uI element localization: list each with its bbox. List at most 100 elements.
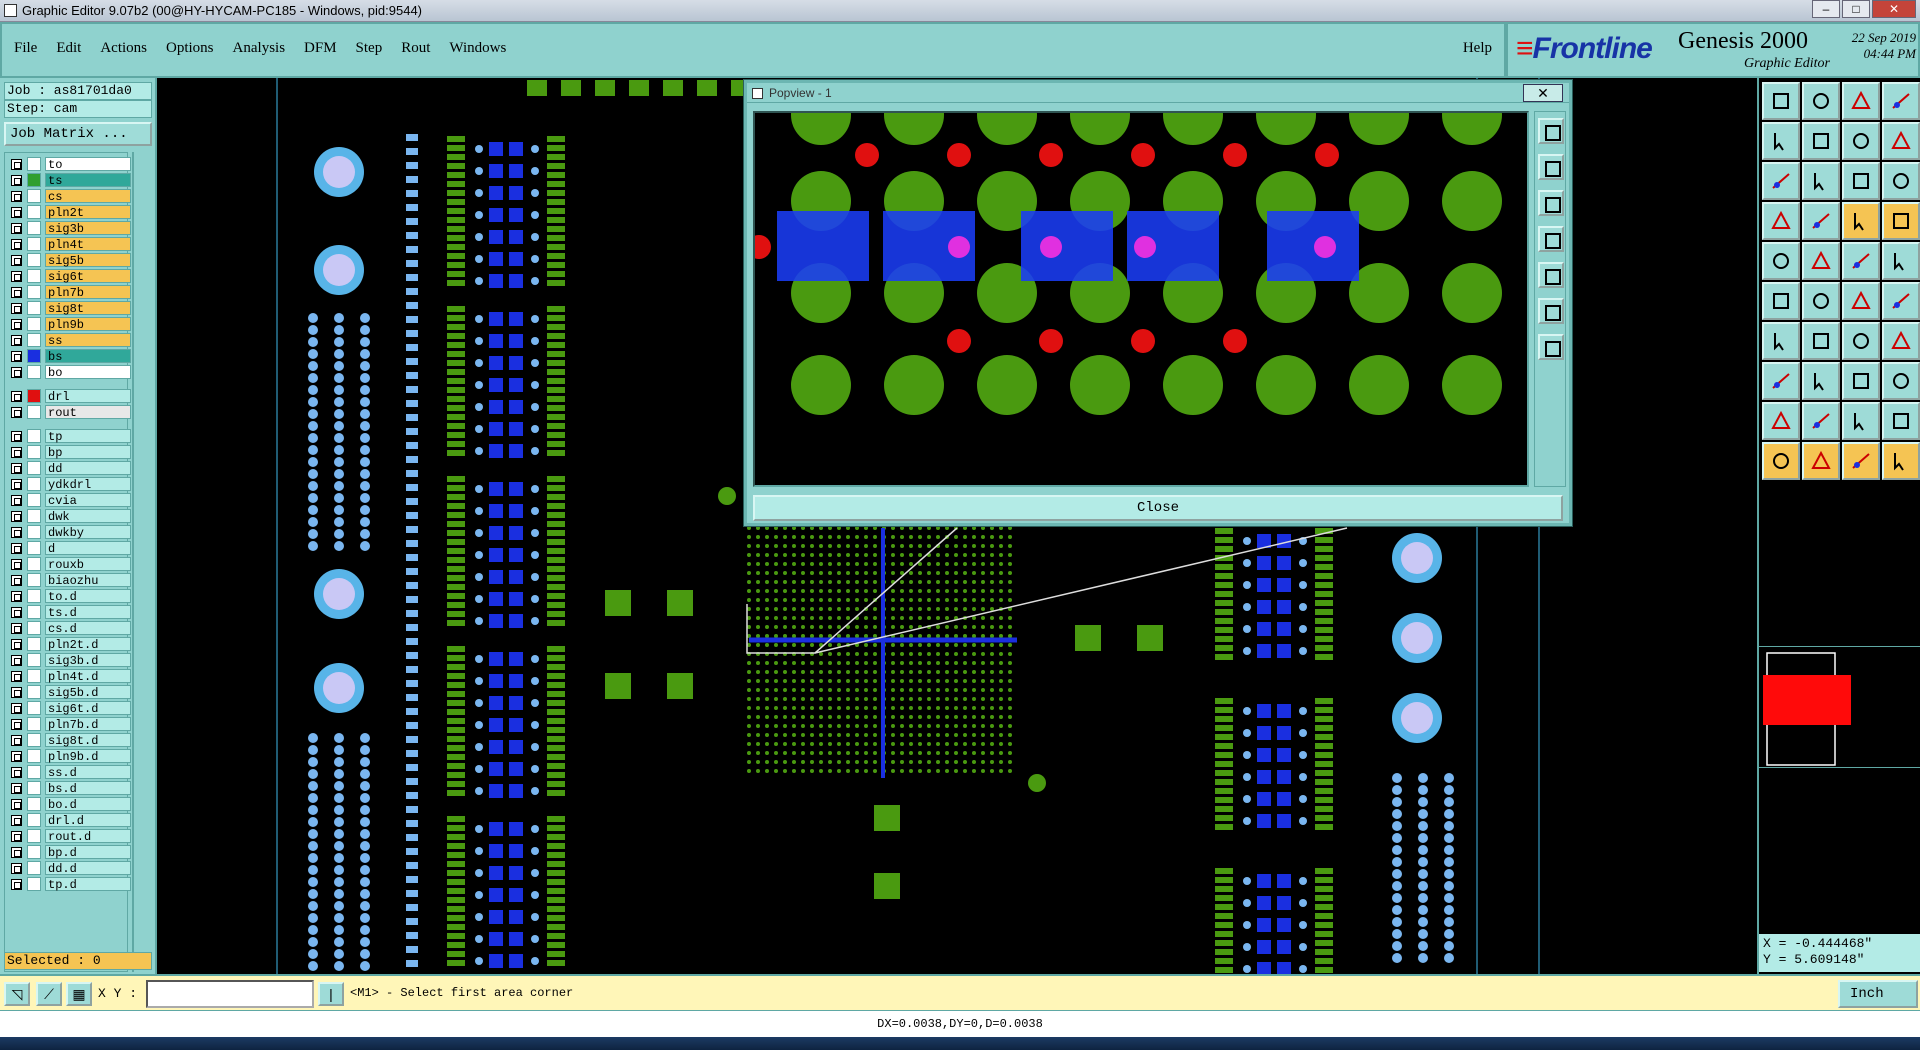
layer-row-rout[interactable]: rout — [9, 405, 131, 420]
layer-color-swatch[interactable] — [27, 237, 41, 251]
measure-icon[interactable]: ⟋ — [36, 982, 62, 1006]
layer-color-swatch[interactable] — [27, 317, 41, 331]
layer-name[interactable]: pln9b.d — [45, 749, 131, 764]
tool-polygon-icon[interactable] — [1762, 402, 1800, 440]
layer-row-sig8t[interactable]: sig8t — [9, 301, 131, 316]
layer-row-dwk[interactable]: dwk — [9, 509, 131, 524]
tool-add-line-icon[interactable] — [1802, 242, 1840, 280]
layer-color-swatch[interactable] — [27, 173, 41, 187]
layer-checkbox[interactable] — [11, 719, 22, 730]
layer-checkbox[interactable] — [11, 767, 22, 778]
tool-copy-icon[interactable] — [1762, 362, 1800, 400]
layer-checkbox[interactable] — [11, 391, 22, 402]
layer-name[interactable]: ss — [45, 333, 131, 348]
maximize-button[interactable]: □ — [1842, 0, 1870, 18]
layer-color-swatch[interactable] — [27, 845, 41, 859]
layer-row-ydkdrl[interactable]: ydkdrl — [9, 477, 131, 492]
tool-delete-icon[interactable] — [1802, 362, 1840, 400]
layer-color-swatch[interactable] — [27, 205, 41, 219]
layer-name[interactable]: pln7b — [45, 285, 131, 300]
layer-checkbox[interactable] — [11, 543, 22, 554]
menu-dfm[interactable]: DFM — [304, 40, 337, 57]
menu-help[interactable]: Help — [1463, 40, 1492, 57]
layer-checkbox[interactable] — [11, 303, 22, 314]
layer-color-swatch[interactable] — [27, 221, 41, 235]
layer-row-drl-d[interactable]: drl.d — [9, 813, 131, 828]
tool-fill-icon[interactable] — [1882, 242, 1920, 280]
layer-name[interactable]: to — [45, 157, 131, 172]
menu-rout[interactable]: Rout — [401, 40, 430, 57]
layer-name[interactable]: dd.d — [45, 861, 131, 876]
layer-color-swatch[interactable] — [27, 405, 41, 419]
layer-name[interactable]: pln4t.d — [45, 669, 131, 684]
layer-row-pln4t-d[interactable]: pln4t.d — [9, 669, 131, 684]
menu-analysis[interactable]: Analysis — [233, 40, 286, 57]
tool-grid-icon[interactable] — [1802, 202, 1840, 240]
xy-input[interactable] — [146, 980, 314, 1008]
menu-windows[interactable]: Windows — [449, 40, 506, 57]
layer-color-swatch[interactable] — [27, 253, 41, 267]
tool-transform-icon[interactable] — [1882, 442, 1920, 480]
layer-name[interactable]: pln7b.d — [45, 717, 131, 732]
tool-triangle-icon[interactable] — [1802, 402, 1840, 440]
tool-layer-up-icon[interactable] — [1762, 82, 1800, 120]
layer-row-pln2t[interactable]: pln2t — [9, 205, 131, 220]
layer-checkbox[interactable] — [11, 671, 22, 682]
tool-arch-icon[interactable] — [1842, 402, 1880, 440]
layer-color-swatch[interactable] — [27, 461, 41, 475]
menu-file[interactable]: File — [14, 40, 37, 57]
layer-checkbox[interactable] — [11, 751, 22, 762]
tool-profile-icon[interactable] — [1842, 242, 1880, 280]
layer-color-swatch[interactable] — [27, 701, 41, 715]
layer-color-swatch[interactable] — [27, 541, 41, 555]
popview-canvas[interactable] — [753, 111, 1529, 487]
layer-name[interactable]: biaozhu — [45, 573, 131, 588]
layer-row-biaozhu[interactable]: biaozhu — [9, 573, 131, 588]
layer-name[interactable]: sig3b — [45, 221, 131, 236]
popview-tool-3-icon[interactable] — [1538, 190, 1564, 216]
layer-color-swatch[interactable] — [27, 573, 41, 587]
layer-row-drl[interactable]: drl — [9, 389, 131, 404]
layer-name[interactable]: bp.d — [45, 845, 131, 860]
layer-color-swatch[interactable] — [27, 493, 41, 507]
tool-pan-left-icon[interactable] — [1842, 122, 1880, 160]
layer-row-cvia[interactable]: cvia — [9, 493, 131, 508]
layer-color-swatch[interactable] — [27, 157, 41, 171]
layer-checkbox[interactable] — [11, 783, 22, 794]
input-mode-icon[interactable]: | — [318, 982, 344, 1006]
layer-color-swatch[interactable] — [27, 717, 41, 731]
tool-zoom-out-icon[interactable] — [1802, 122, 1840, 160]
overview-map[interactable] — [1759, 646, 1920, 768]
tool-select-alt-icon[interactable] — [1842, 442, 1880, 480]
tool-snap-b-icon[interactable] — [1882, 202, 1920, 240]
layer-color-swatch[interactable] — [27, 445, 41, 459]
layer-name[interactable]: bo — [45, 365, 131, 380]
popview-tool-4-icon[interactable] — [1538, 226, 1564, 252]
layer-checkbox[interactable] — [11, 159, 22, 170]
layer-color-swatch[interactable] — [27, 637, 41, 651]
layer-checkbox[interactable] — [11, 639, 22, 650]
layer-row-ss-d[interactable]: ss.d — [9, 765, 131, 780]
layer-checkbox[interactable] — [11, 815, 22, 826]
layer-color-swatch[interactable] — [27, 605, 41, 619]
layer-name[interactable]: dd — [45, 461, 131, 476]
layer-name[interactable]: d — [45, 541, 131, 556]
layer-checkbox[interactable] — [11, 559, 22, 570]
layer-checkbox[interactable] — [11, 239, 22, 250]
tool-arrange-icon[interactable] — [1882, 362, 1920, 400]
layer-row-bs[interactable]: bs — [9, 349, 131, 364]
layer-row-sig3b-d[interactable]: sig3b.d — [9, 653, 131, 668]
layer-row-pln7b[interactable]: pln7b — [9, 285, 131, 300]
layer-row-dwkby[interactable]: dwkby — [9, 525, 131, 540]
tool-snap-a-icon[interactable] — [1842, 202, 1880, 240]
layer-color-swatch[interactable] — [27, 829, 41, 843]
layer-row-to-d[interactable]: to.d — [9, 589, 131, 604]
layer-color-swatch[interactable] — [27, 389, 41, 403]
layer-checkbox[interactable] — [11, 863, 22, 874]
layer-color-swatch[interactable] — [27, 557, 41, 571]
layer-name[interactable]: pln2t — [45, 205, 131, 220]
layer-name[interactable]: ts.d — [45, 605, 131, 620]
layer-checkbox[interactable] — [11, 271, 22, 282]
popview-close-button[interactable]: Close — [753, 495, 1563, 521]
layer-name[interactable]: pln2t.d — [45, 637, 131, 652]
